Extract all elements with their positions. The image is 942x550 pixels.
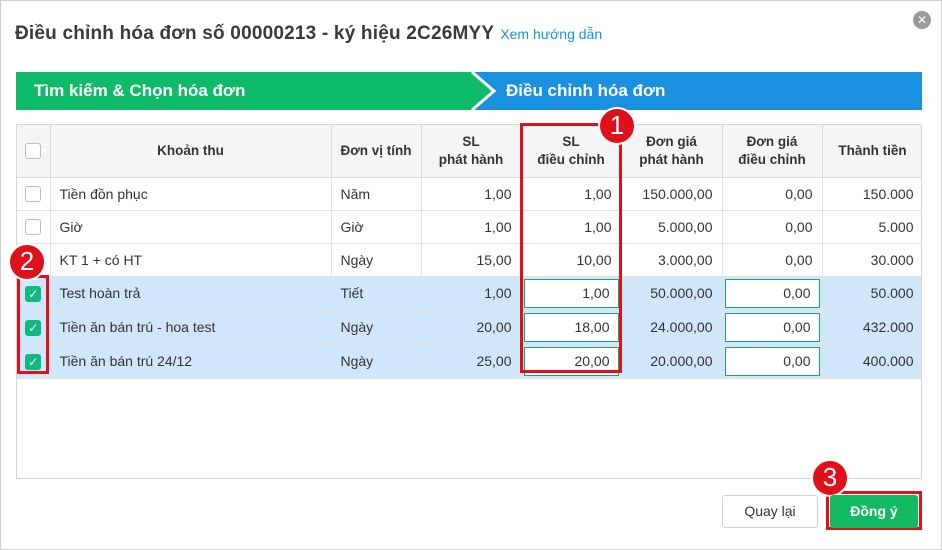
cell-unit: Ngày (331, 344, 422, 379)
row-checkbox[interactable] (25, 186, 42, 203)
table-row: Tiền đồn phục Năm 1,00 1,00 150.000,00 0… (17, 177, 921, 211)
table-header-row: Khoản thu Đơn vị tính SL phát hành SL điều… (17, 125, 921, 178)
cell-total: 30.000 (822, 243, 921, 277)
guide-link[interactable]: Xem hướng dẫn (500, 26, 602, 42)
cell-sl-ph: 1,00 (421, 276, 522, 311)
cell-name: Test hoàn trả (50, 276, 332, 311)
cell-total: 50.000 (822, 276, 921, 311)
cell-dg-ph: 5.000,00 (621, 210, 723, 244)
cell-name: KT 1 + có HT (50, 243, 332, 277)
adjust-invoice-dialog: Điều chỉnh hóa đơn số 00000213 - ký hiệu… (0, 0, 942, 550)
col-dg-phat-hanh-line1: Đơn giá (646, 133, 697, 149)
cell-sl-ph: 20,00 (421, 310, 522, 345)
col-sl-phat-hanh-line2: phát hành (438, 151, 504, 167)
cell-dg-ph: 3.000,00 (621, 243, 723, 277)
col-sl-dieu-chinh-line1: SL (562, 133, 580, 149)
cell-dg-ph: 50.000,00 (621, 276, 723, 311)
select-all-cell (17, 125, 51, 178)
col-dg-phat-hanh: Đơn giá phát hành (621, 125, 723, 178)
dialog-header: Điều chỉnh hóa đơn số 00000213 - ký hiệu… (15, 23, 602, 51)
cell-sl-dc: 1,00 (521, 177, 622, 211)
annotation-badge-2: 2 (8, 243, 46, 281)
sl-dieu-chinh-input[interactable] (523, 312, 619, 342)
table-row: KT 1 + có HT Ngày 15,00 10,00 3.000,00 0… (17, 243, 921, 277)
cell-name: Tiền ăn bán trú 24/12 (50, 344, 332, 379)
cell-total: 5.000 (822, 210, 921, 244)
cell-total: 432.000 (822, 310, 921, 345)
col-don-vi-tinh: Đơn vị tính (331, 125, 422, 178)
annotation-badge-1: 1 (598, 107, 636, 145)
col-sl-phat-hanh: SL phát hành (421, 125, 522, 178)
cell-sl-dc: 1,00 (521, 210, 622, 244)
cell-sl-ph: 1,00 (421, 177, 522, 211)
cell-dg-ph: 150.000,00 (621, 177, 723, 211)
col-sl-dieu-chinh-line2: điều chỉnh (537, 151, 605, 167)
cell-unit: Tiết (331, 276, 422, 311)
cell-dg-dc: 0,00 (722, 177, 823, 211)
cell-sl-ph: 25,00 (421, 344, 522, 379)
cell-name: Tiền đồn phục (50, 177, 332, 211)
col-dg-dieu-chinh-line1: Đơn giá (746, 133, 798, 149)
dg-dieu-chinh-input[interactable] (724, 278, 820, 308)
close-icon[interactable]: ✕ (913, 11, 931, 29)
cell-dg-ph: 20.000,00 (621, 344, 723, 379)
invoice-items-table: Khoản thu Đơn vị tính SL phát hành SL điều… (16, 124, 922, 479)
cell-unit: Giờ (331, 210, 422, 244)
cell-sl-dc: 10,00 (521, 243, 622, 277)
row-checkbox-checked[interactable]: ✓ (25, 285, 42, 302)
back-button[interactable]: Quay lại (722, 495, 818, 528)
cell-name: Tiền ăn bán trú - hoa test (50, 310, 332, 345)
row-checkbox-checked[interactable]: ✓ (25, 319, 42, 336)
table-row: ✓ Tiền ăn bán trú 24/12 Ngày 25,00 20.00… (17, 344, 921, 379)
wizard-stepper: Tìm kiếm & Chọn hóa đơn Điều chỉnh hóa đ… (16, 72, 922, 110)
table-row: ✓ Test hoàn trả Tiết 1,00 50.000,00 50.0… (17, 276, 921, 311)
step-2-label[interactable]: Điều chỉnh hóa đơn (506, 72, 665, 110)
col-thanh-tien: Thành tiền (822, 125, 921, 178)
sl-dieu-chinh-input[interactable] (523, 346, 619, 376)
cell-sl-ph: 1,00 (421, 210, 522, 244)
col-dg-dieu-chinh: Đơn giá điều chỉnh (722, 125, 823, 178)
cell-total: 400.000 (822, 344, 921, 379)
col-dg-phat-hanh-line2: phát hành (639, 151, 704, 167)
row-checkbox[interactable] (25, 219, 42, 236)
dialog-title: Điều chỉnh hóa đơn số 00000213 - ký hiệu… (15, 23, 495, 44)
select-all-checkbox[interactable] (25, 143, 42, 160)
col-sl-phat-hanh-line1: SL (462, 133, 480, 149)
table-row: ✓ Tiền ăn bán trú - hoa test Ngày 20,00 … (17, 310, 921, 345)
row-checkbox-checked[interactable]: ✓ (25, 353, 42, 370)
col-dg-dieu-chinh-line2: điều chỉnh (738, 151, 806, 167)
cell-unit: Ngày (331, 243, 422, 277)
cell-sl-ph: 15,00 (421, 243, 522, 277)
cell-dg-dc: 0,00 (722, 210, 823, 244)
cell-unit: Ngày (331, 310, 422, 345)
cell-dg-ph: 24.000,00 (621, 310, 723, 345)
sl-dieu-chinh-input[interactable] (523, 278, 619, 308)
dg-dieu-chinh-input[interactable] (724, 312, 820, 342)
ok-button[interactable]: Đồng ý (830, 495, 918, 528)
annotation-badge-3: 3 (811, 459, 849, 497)
cell-total: 150.000 (822, 177, 921, 211)
cell-unit: Năm (331, 177, 422, 211)
col-khoan-thu: Khoản thu (50, 125, 332, 178)
step-1-label[interactable]: Tìm kiếm & Chọn hóa đơn (34, 72, 245, 110)
cell-name: Giờ (50, 210, 332, 244)
cell-dg-dc: 0,00 (722, 243, 823, 277)
table-row: Giờ Giờ 1,00 1,00 5.000,00 0,00 5.000 (17, 210, 921, 244)
dg-dieu-chinh-input[interactable] (724, 346, 820, 376)
